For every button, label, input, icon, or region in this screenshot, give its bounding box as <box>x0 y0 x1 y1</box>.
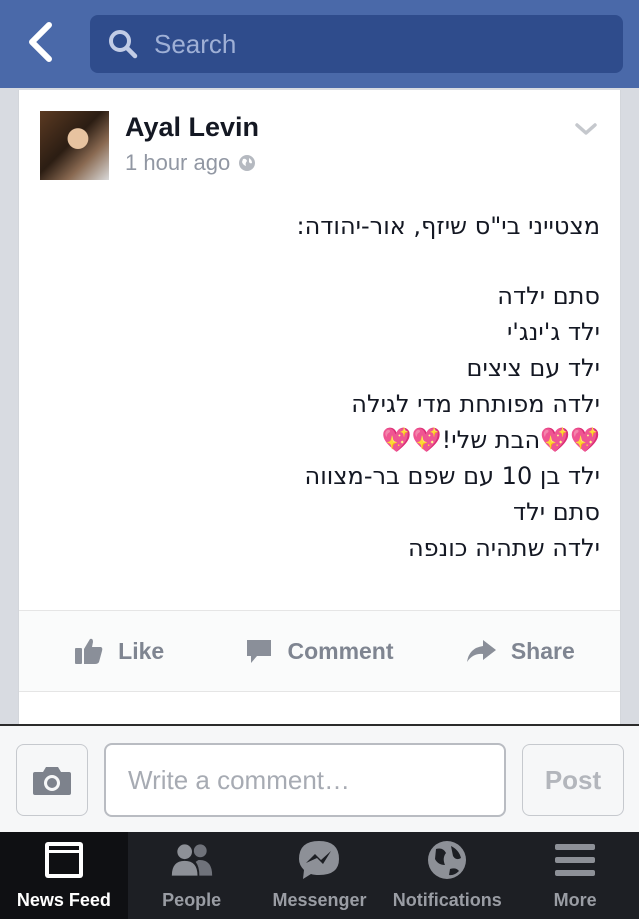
back-chevron-icon <box>29 22 52 62</box>
news-feed-story: Ayal Levin 1 hour ago מצטייני בי"ס שיזף,… <box>18 90 621 730</box>
post-comment-button[interactable]: Post <box>522 744 624 816</box>
search-bar[interactable] <box>90 15 623 73</box>
public-globe-icon <box>239 155 256 171</box>
share-button[interactable]: Share <box>420 638 620 665</box>
author-name[interactable]: Ayal Levin <box>125 112 259 143</box>
tab-label: Messenger <box>272 890 367 910</box>
globe-icon <box>425 838 469 882</box>
tab-news-feed[interactable]: News Feed <box>0 832 128 919</box>
like-button[interactable]: Like <box>19 637 219 665</box>
bottom-tab-bar: News Feed People Messenger Notifications… <box>0 832 639 919</box>
top-navigation-bar <box>0 0 639 88</box>
messenger-icon <box>297 838 341 882</box>
tab-notifications[interactable]: Notifications <box>383 832 511 919</box>
post-text: מצטייני בי"ס שיזף, אור-יהודה: סתם ילדה י… <box>39 208 600 566</box>
people-icon <box>170 838 214 882</box>
story-actions: Like Comment Share <box>19 611 620 691</box>
like-label: Like <box>118 637 165 664</box>
post-text-line: ילדה מפותחת מדי לגילה <box>351 390 600 418</box>
camera-icon <box>33 767 71 795</box>
story-timestamp[interactable]: 1 hour ago <box>125 150 230 176</box>
comment-input[interactable] <box>104 743 506 817</box>
comment-composer: Post <box>0 724 639 832</box>
search-input[interactable] <box>154 28 594 60</box>
tab-label: News Feed <box>16 890 111 910</box>
post-text-line: סתם ילדה <box>497 282 600 310</box>
tab-label: People <box>162 890 222 910</box>
story-meta: 1 hour ago <box>125 150 256 176</box>
thumbs-up-icon <box>75 638 103 664</box>
share-label: Share <box>510 637 575 664</box>
tab-people[interactable]: People <box>128 832 256 919</box>
back-button[interactable] <box>20 20 60 64</box>
post-text-line: ילד בן 10 עם שפם בר-מצווה <box>304 462 600 490</box>
post-text-line: ילד עם ציצים <box>466 354 600 382</box>
tab-label: More <box>553 890 597 910</box>
share-arrow-icon <box>466 640 496 662</box>
comment-label: Comment <box>287 637 394 664</box>
author-avatar[interactable] <box>40 111 109 180</box>
news-feed-icon <box>42 838 86 882</box>
comment-button[interactable]: Comment <box>219 637 419 665</box>
tab-label: Notifications <box>392 890 502 910</box>
tab-messenger[interactable]: Messenger <box>256 832 384 919</box>
tab-more[interactable]: More <box>511 832 639 919</box>
menu-icon <box>553 838 597 882</box>
post-text-line: ילדה שתהיה כונפה <box>407 534 600 562</box>
post-text-line: מצטייני בי"ס שיזף, אור-יהודה: <box>296 212 600 240</box>
post-text-line: ילד ג'ינג'י <box>506 318 600 346</box>
post-text-line: 💖💖הבת שלי!💖💖 <box>381 426 600 454</box>
search-icon <box>106 27 140 61</box>
comment-bubble-icon <box>247 640 272 663</box>
action-divider-bottom <box>19 691 620 692</box>
story-options-chevron-icon[interactable] <box>574 120 598 138</box>
camera-button[interactable] <box>16 744 88 816</box>
post-text-line: סתם ילד <box>512 498 600 526</box>
